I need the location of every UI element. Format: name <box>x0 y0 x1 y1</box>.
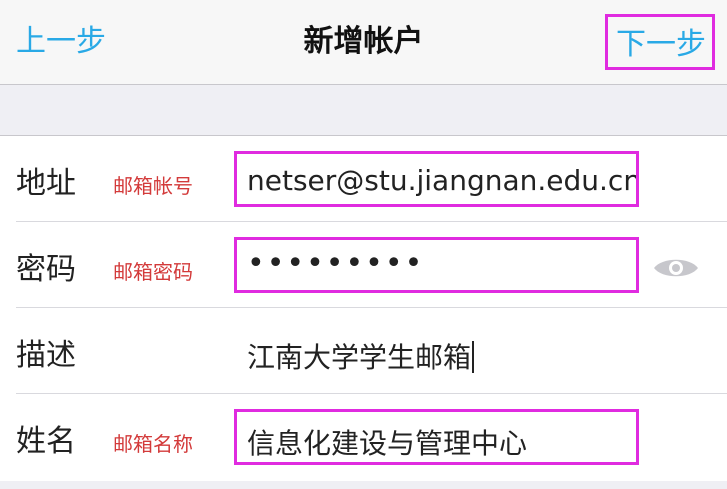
text-caret <box>472 341 475 373</box>
description-label: 描述 <box>16 338 76 373</box>
address-row: 地址 邮箱帐号 netser@stu.jiangnan.edu.cn <box>0 136 727 222</box>
next-button[interactable]: 下一步 <box>605 14 715 70</box>
navigation-bar: 上一步 新增帐户 下一步 <box>0 0 727 85</box>
name-label: 姓名 <box>16 424 76 459</box>
account-form: 地址 邮箱帐号 netser@stu.jiangnan.edu.cn 密码 邮箱… <box>0 135 727 482</box>
address-field[interactable]: netser@stu.jiangnan.edu.cn <box>234 151 639 207</box>
name-field[interactable]: 信息化建设与管理中心 <box>234 409 639 465</box>
name-hint: 邮箱名称 <box>113 432 193 456</box>
description-field[interactable]: 江南大学学生邮箱 <box>234 323 639 379</box>
password-label: 密码 <box>16 252 76 287</box>
address-hint: 邮箱帐号 <box>113 174 193 198</box>
description-row: 描述 江南大学学生邮箱 <box>0 308 727 394</box>
password-hint: 邮箱密码 <box>113 260 193 284</box>
password-field[interactable]: ••••••••• <box>234 237 639 293</box>
password-row: 密码 邮箱密码 ••••••••• <box>0 222 727 308</box>
address-label: 地址 <box>16 166 76 201</box>
bottom-background <box>0 481 727 489</box>
name-row: 姓名 邮箱名称 信息化建设与管理中心 <box>0 394 727 480</box>
description-value: 江南大学学生邮箱 <box>247 341 472 374</box>
eye-icon[interactable] <box>652 253 700 283</box>
